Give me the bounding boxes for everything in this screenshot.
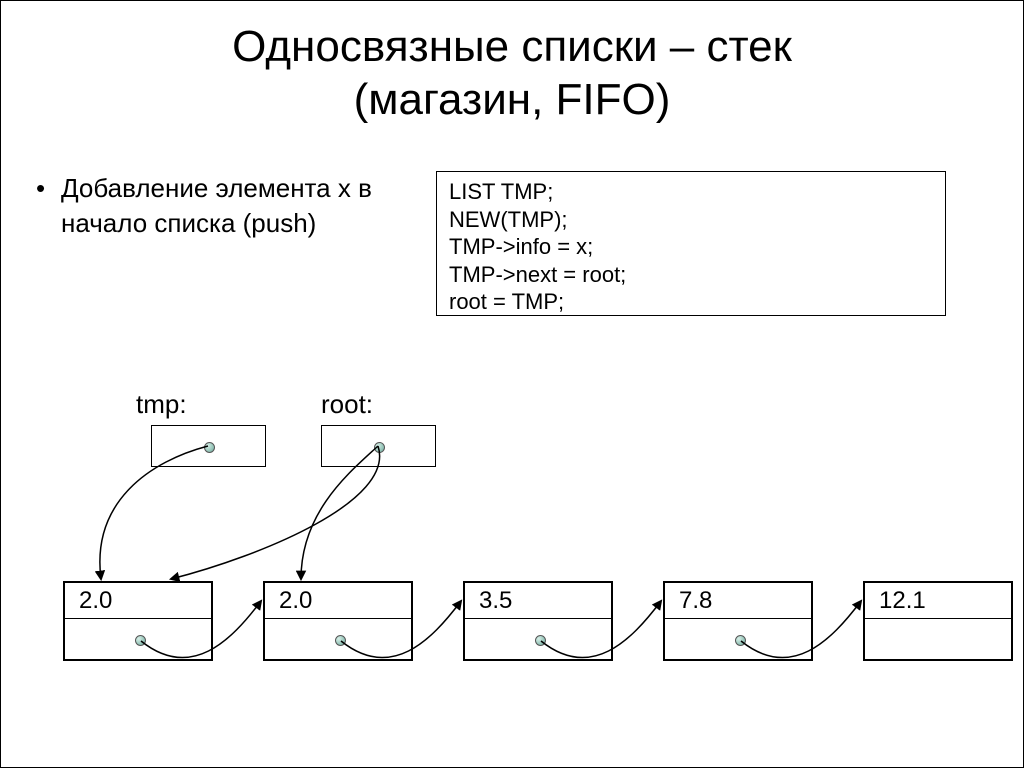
- node-3: 7.8: [663, 581, 813, 661]
- node-4: 12.1: [863, 581, 1013, 661]
- node-3-value: 7.8: [665, 583, 811, 619]
- node-0-value: 2.0: [65, 583, 211, 619]
- node-2-value: 3.5: [465, 583, 611, 619]
- node-3-ptr-dot: [735, 635, 746, 646]
- node-0-ptr-dot: [135, 635, 146, 646]
- node-1-ptr-dot: [335, 635, 346, 646]
- node-2: 3.5: [463, 581, 613, 661]
- code-box: LIST TMP; NEW(TMP); TMP->info = x; TMP->…: [436, 171, 946, 316]
- label-root: root:: [321, 389, 373, 420]
- node-0: 2.0: [63, 581, 213, 661]
- title-line-1: Односвязные списки – стек: [232, 22, 792, 71]
- node-1-value: 2.0: [265, 583, 411, 619]
- node-2-ptr-dot: [535, 635, 546, 646]
- title-line-2: (магазин, FIFO): [354, 75, 671, 124]
- bullet-push-description: Добавление элемента x в начало списка (p…: [61, 171, 401, 241]
- ptr-box-tmp: [151, 425, 266, 467]
- dot-root: [374, 442, 385, 453]
- ptr-box-root: [321, 425, 436, 467]
- label-tmp: tmp:: [136, 389, 187, 420]
- slide-title: Односвязные списки – стек (магазин, FIFO…: [1, 1, 1023, 127]
- node-1: 2.0: [263, 581, 413, 661]
- node-4-value: 12.1: [865, 583, 1011, 619]
- slide: Односвязные списки – стек (магазин, FIFO…: [0, 0, 1024, 768]
- dot-tmp: [204, 442, 215, 453]
